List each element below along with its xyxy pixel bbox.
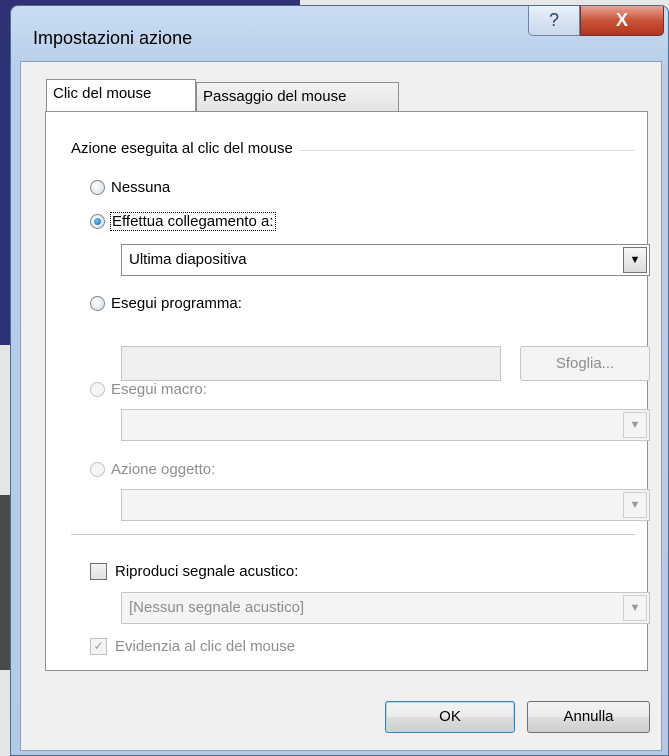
action-settings-dialog: Impostazioni azione ? X Clic del mouse P… (10, 5, 669, 756)
chevron-down-icon: ▼ (623, 412, 647, 438)
radio-link[interactable]: Effettua collegamento a: (90, 212, 276, 231)
radio-macro-button (90, 382, 105, 397)
sound-value: [Nessun segnale acustico] (129, 599, 305, 616)
sound-checkbox-label: Riproduci segnale acustico: (115, 563, 299, 580)
program-path-input (121, 346, 501, 381)
radio-program-button[interactable] (90, 296, 105, 311)
close-button[interactable]: X (580, 6, 664, 36)
sound-checkbox-row[interactable]: Riproduci segnale acustico: (90, 563, 298, 580)
radio-program[interactable]: Esegui programma: (90, 295, 242, 312)
dialog-title: Impostazioni azione (33, 28, 193, 48)
radio-object-action: Azione oggetto: (90, 461, 215, 478)
section-divider (71, 534, 635, 535)
browse-button: Sfoglia... (520, 346, 650, 381)
sound-checkbox[interactable] (90, 563, 107, 580)
chevron-down-icon: ▼ (623, 492, 647, 518)
tab-label: Clic del mouse (53, 85, 152, 102)
highlight-checkbox-row: ✓ Evidenzia al clic del mouse (90, 638, 295, 655)
chevron-down-icon[interactable]: ▼ (623, 247, 647, 273)
cancel-button[interactable]: Annulla (527, 701, 650, 733)
radio-macro: Esegui macro: (90, 381, 207, 398)
radio-program-label: Esegui programma: (111, 295, 242, 312)
radio-link-button[interactable] (90, 214, 105, 229)
radio-link-label: Effettua collegamento a: (110, 212, 276, 231)
radio-object-action-button (90, 462, 105, 477)
highlight-checkbox-label: Evidenzia al clic del mouse (115, 638, 296, 655)
sound-select: [Nessun segnale acustico] ▼ (121, 592, 650, 624)
group-label: Azione eseguita al clic del mouse (71, 140, 299, 157)
dialog-client-area: Clic del mouse Passaggio del mouse Azion… (20, 61, 662, 751)
radio-none[interactable]: Nessuna (90, 179, 170, 196)
link-target-value: Ultima diapositiva (129, 251, 247, 268)
help-icon: ? (548, 10, 559, 30)
radio-none-button[interactable] (90, 180, 105, 195)
radio-object-action-label: Azione oggetto: (111, 461, 216, 478)
radio-none-label: Nessuna (111, 179, 171, 196)
close-icon: X (615, 10, 628, 30)
tab-label: Passaggio del mouse (203, 88, 347, 105)
help-button[interactable]: ? (528, 6, 580, 36)
object-action-select: ▼ (121, 489, 650, 521)
tab-mouse-over[interactable]: Passaggio del mouse (196, 82, 399, 112)
tab-panel: Azione eseguita al clic del mouse Nessun… (45, 111, 650, 671)
radio-macro-label: Esegui macro: (111, 381, 207, 398)
ok-button[interactable]: OK (385, 701, 515, 733)
chevron-down-icon: ▼ (623, 595, 647, 621)
link-target-select[interactable]: Ultima diapositiva ▼ (121, 244, 650, 276)
checkmark-icon: ✓ (90, 638, 107, 655)
tab-mouse-click[interactable]: Clic del mouse (46, 79, 196, 111)
macro-select: ▼ (121, 409, 650, 441)
